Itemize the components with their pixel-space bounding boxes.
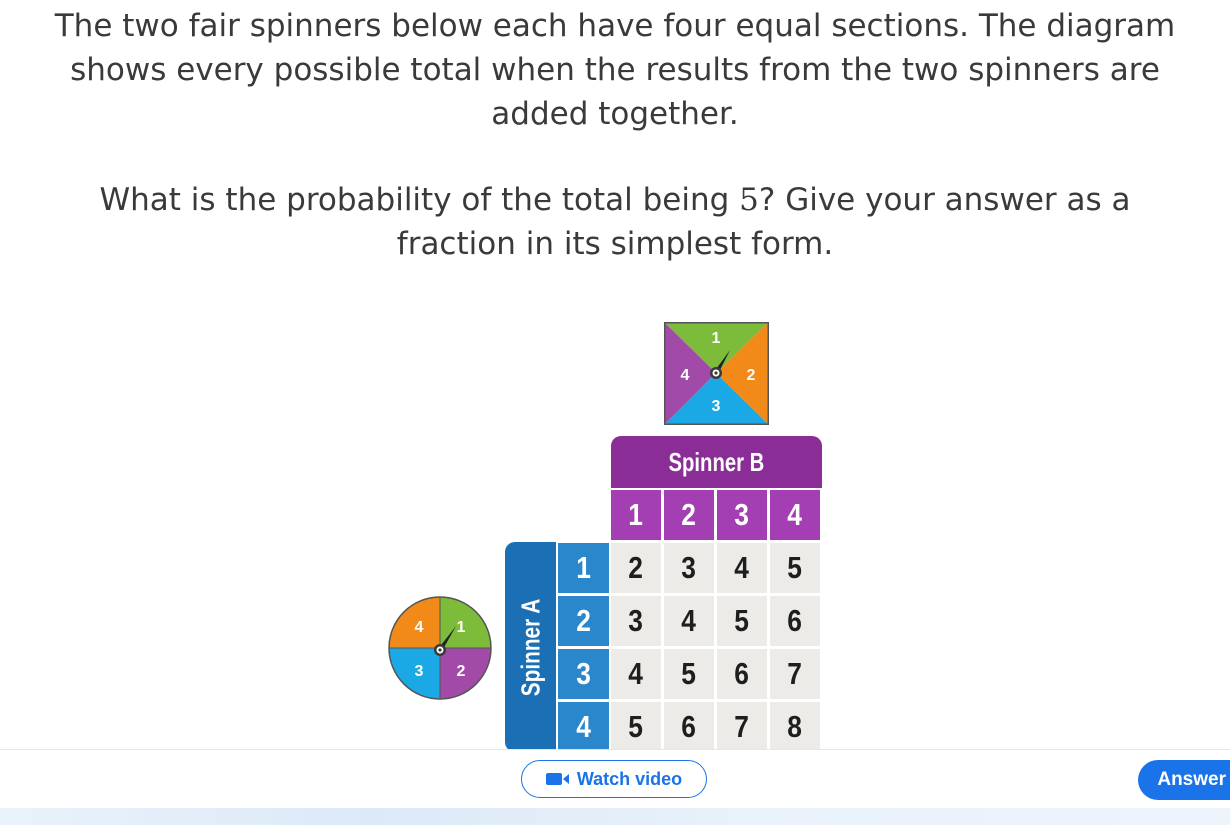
spinner-b-value-4: 4 (770, 490, 820, 540)
spinner-a-header-label: Spinner A (515, 598, 546, 696)
totals-grid: 2 3 4 5 3 4 5 6 4 5 6 7 5 6 7 8 (611, 543, 823, 755)
total-cell: 4 (611, 649, 661, 699)
totals-row: 2 3 4 5 (611, 543, 823, 593)
total-cell: 3 (611, 596, 661, 646)
total-cell: 5 (770, 543, 820, 593)
spinner-b-header-label: Spinner B (668, 446, 765, 477)
total-cell: 5 (717, 596, 767, 646)
footer-strip (0, 808, 1230, 825)
total-cell: 7 (770, 649, 820, 699)
spinner-a-label-2: 2 (457, 663, 466, 680)
question-prompt-start: What is the probability of the total bei… (99, 182, 740, 218)
total-cell: 2 (611, 543, 661, 593)
question-intro: The two fair spinners below each have fo… (54, 8, 1176, 132)
watch-video-button[interactable]: Watch video (521, 760, 707, 798)
total-cell: 4 (664, 596, 714, 646)
total-cell: 4 (717, 543, 767, 593)
question-prompt: What is the probability of the total bei… (40, 178, 1190, 266)
total-cell: 6 (770, 596, 820, 646)
total-cell: 6 (664, 702, 714, 752)
spinner-b-label-2: 2 (747, 367, 756, 384)
total-cell: 5 (611, 702, 661, 752)
totals-row: 5 6 7 8 (611, 702, 823, 752)
total-cell: 5 (664, 649, 714, 699)
spinner-a-value-1: 1 (558, 543, 609, 593)
total-cell: 7 (717, 702, 767, 752)
spinner-b-values-row: 1 2 3 4 (611, 490, 823, 540)
watch-video-label: Watch video (576, 768, 683, 789)
spinner-b-value-1: 1 (611, 490, 661, 540)
spinner-b-label-1: 1 (712, 330, 721, 347)
spinner-b-value-2: 2 (664, 490, 714, 540)
spinner-a-values-column: 1 2 3 4 (558, 543, 609, 755)
spinner-b-value-3: 3 (717, 490, 767, 540)
question-text: The two fair spinners below each have fo… (40, 4, 1190, 136)
total-cell: 8 (770, 702, 820, 752)
spinner-a-value-3: 3 (558, 649, 609, 699)
spinner-a-label-4: 4 (415, 619, 424, 636)
total-cell: 6 (717, 649, 767, 699)
spinner-a-diagram: 1 2 3 4 (388, 596, 492, 700)
spinner-b-label-4: 4 (681, 367, 690, 384)
spinner-b-header: Spinner B (611, 436, 822, 488)
answer-button[interactable]: Answer (1138, 760, 1230, 800)
spinner-b-label-3: 3 (712, 398, 721, 415)
spinner-a-value-4: 4 (558, 702, 609, 752)
spinner-a-label-3: 3 (415, 663, 424, 680)
spinner-a-value-2: 2 (558, 596, 609, 646)
video-camera-icon (545, 773, 569, 785)
answer-label: Answer (1157, 769, 1226, 790)
spinner-a-label-1: 1 (457, 619, 466, 636)
totals-row: 3 4 5 6 (611, 596, 823, 646)
spinner-b-diagram: 1 2 3 4 (664, 322, 769, 425)
total-cell: 3 (664, 543, 714, 593)
target-total: 5 (739, 182, 759, 218)
totals-row: 4 5 6 7 (611, 649, 823, 699)
